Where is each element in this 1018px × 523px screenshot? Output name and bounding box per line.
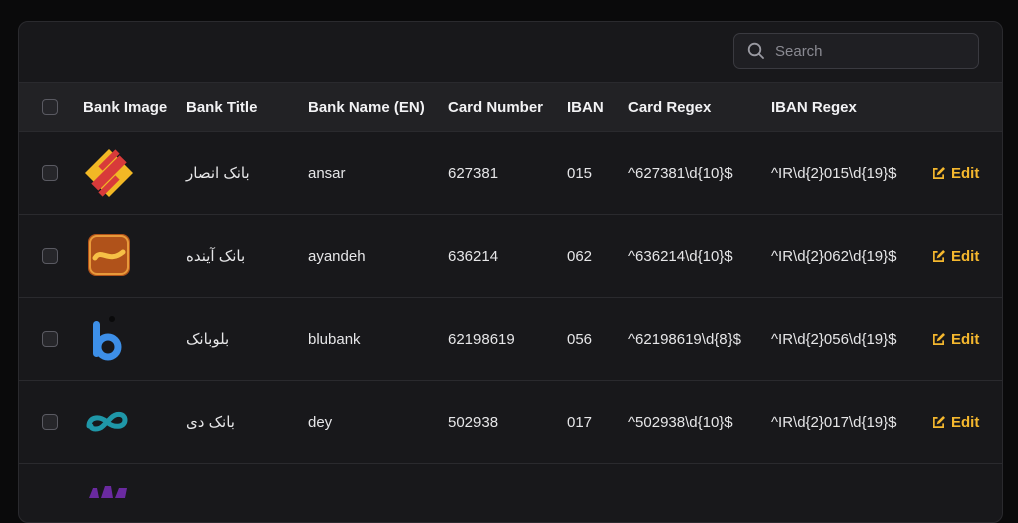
card-regex: ^62198619\d{8}$ [628, 298, 771, 381]
table-row: بانک دی dey 502938 017 ^502938\d{10}$ ^I… [19, 381, 1002, 464]
edit-icon [932, 333, 945, 346]
banks-table-card: Bank Image Bank Title Bank Name (EN) Car… [18, 21, 1003, 523]
search-input[interactable] [773, 42, 967, 61]
edit-label: Edit [951, 248, 979, 265]
edit-label: Edit [951, 165, 979, 182]
edit-icon [932, 416, 945, 429]
header-card-number: Card Number [448, 83, 567, 132]
bank-name: ayandeh [308, 215, 448, 298]
card-regex: ^627381\d{10}$ [628, 132, 771, 215]
iban-regex: ^IR\d{2}015\d{19}$ [771, 132, 932, 215]
table-row: بلوبانک blubank 62198619 056 ^62198619\d… [19, 298, 1002, 381]
bank-title: بانک دی [186, 381, 308, 464]
edit-button[interactable]: Edit [932, 165, 1002, 182]
card-number: 502938 [448, 381, 567, 464]
row-checkbox[interactable] [42, 414, 58, 430]
iban-code: 015 [567, 132, 628, 215]
card-number: 62198619 [448, 298, 567, 381]
table-header-row: Bank Image Bank Title Bank Name (EN) Car… [19, 83, 1002, 132]
header-bank-title: Bank Title [186, 83, 308, 132]
dey-logo [83, 396, 135, 448]
table-toolbar [19, 22, 1002, 82]
bank-title: بانک آینده [186, 215, 308, 298]
header-iban-regex: IBAN Regex [771, 83, 932, 132]
ansar-logo [83, 147, 135, 199]
search-box[interactable] [733, 33, 979, 69]
bank-logo-partial [83, 484, 186, 502]
header-bank-name-en: Bank Name (EN) [308, 83, 448, 132]
card-number: 636214 [448, 215, 567, 298]
row-checkbox[interactable] [42, 248, 58, 264]
card-regex: ^502938\d{10}$ [628, 381, 771, 464]
header-card-regex: Card Regex [628, 83, 771, 132]
banks-table: Bank Image Bank Title Bank Name (EN) Car… [19, 82, 1002, 523]
edit-button[interactable]: Edit [932, 248, 1002, 265]
iban-regex: ^IR\d{2}062\d{19}$ [771, 215, 932, 298]
edit-label: Edit [951, 414, 979, 431]
bank-name: ansar [308, 132, 448, 215]
table-row: بانک آینده ayandeh 636214 062 ^636214\d{… [19, 215, 1002, 298]
table-row: بانک انصار ansar 627381 015 ^627381\d{10… [19, 132, 1002, 215]
row-checkbox[interactable] [42, 165, 58, 181]
edit-button[interactable]: Edit [932, 331, 1002, 348]
header-iban: IBAN [567, 83, 628, 132]
card-regex: ^636214\d{10}$ [628, 215, 771, 298]
bank-title: بلوبانک [186, 298, 308, 381]
ayandeh-logo [83, 230, 135, 282]
iban-code: 017 [567, 381, 628, 464]
row-checkbox[interactable] [42, 331, 58, 347]
bank-name: blubank [308, 298, 448, 381]
bank-name: dey [308, 381, 448, 464]
edit-label: Edit [951, 331, 979, 348]
iban-code: 062 [567, 215, 628, 298]
edit-button[interactable]: Edit [932, 414, 1002, 431]
search-icon [747, 42, 765, 60]
bank-title: بانک انصار [186, 132, 308, 215]
table-row [19, 464, 1002, 523]
edit-icon [932, 167, 945, 180]
card-number: 627381 [448, 132, 567, 215]
blubank-logo [83, 313, 135, 365]
iban-regex: ^IR\d{2}017\d{19}$ [771, 381, 932, 464]
header-bank-image: Bank Image [83, 83, 186, 132]
select-all-checkbox[interactable] [42, 99, 58, 115]
iban-code: 056 [567, 298, 628, 381]
iban-regex: ^IR\d{2}056\d{19}$ [771, 298, 932, 381]
edit-icon [932, 250, 945, 263]
